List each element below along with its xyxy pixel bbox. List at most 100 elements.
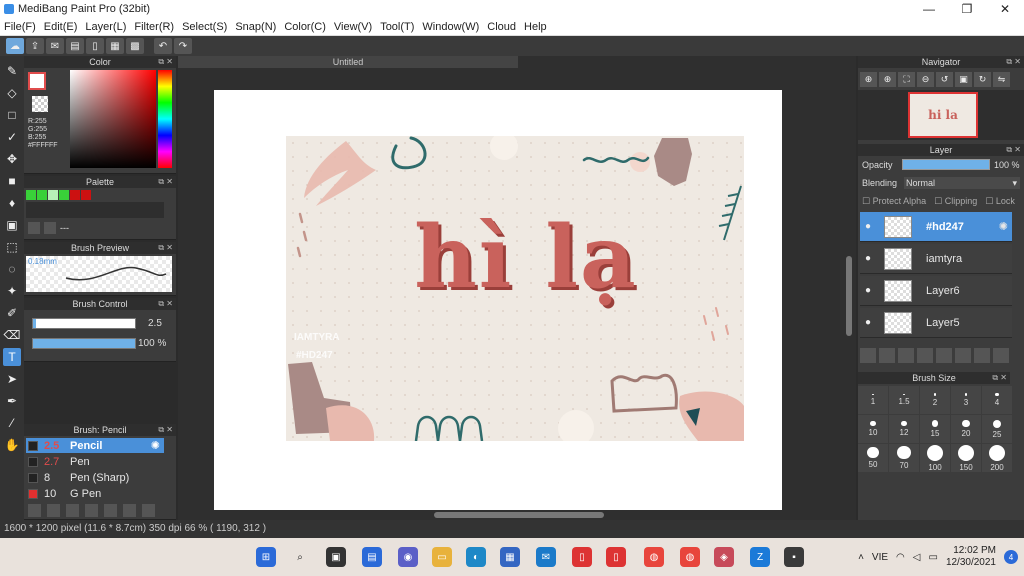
menu-tool[interactable]: Tool(T) xyxy=(376,21,418,33)
select-eraser-icon[interactable]: ⌫ xyxy=(3,326,21,344)
pen-dropper-icon[interactable]: ⁄ xyxy=(3,414,21,432)
brush-size-cell[interactable]: 20 xyxy=(951,415,981,443)
clipping-checkbox[interactable]: ☐ Clipping xyxy=(934,196,977,207)
page-manage-icon[interactable]: ▦ xyxy=(106,38,124,54)
upload-icon[interactable]: ⇪ xyxy=(26,38,44,54)
layer-opacity-slider[interactable] xyxy=(902,159,990,170)
layer-item-layer5[interactable]: ● Layer5 xyxy=(860,308,1012,338)
new-palette-icon[interactable] xyxy=(28,222,40,234)
language-indicator[interactable]: VIE xyxy=(872,552,888,563)
brush-size-cell[interactable]: 15 xyxy=(920,415,950,443)
store-icon[interactable]: ▦ xyxy=(500,547,520,567)
eyedropper-tool-icon[interactable]: ✒ xyxy=(3,392,21,410)
brush-size-slider[interactable] xyxy=(32,318,136,329)
merge-layer-icon[interactable] xyxy=(974,348,990,363)
horizontal-scrollbar[interactable] xyxy=(434,512,604,518)
brush-tool-icon[interactable]: ✎ xyxy=(3,62,21,80)
select-rect-icon[interactable]: ⬚ xyxy=(3,238,21,256)
brush-item-pen[interactable]: 2.7 Pen xyxy=(26,454,164,469)
panel-close-icon[interactable]: ⧉ ✕ xyxy=(158,242,173,254)
brush-item-pen-sharp[interactable]: 8 Pen (Sharp) xyxy=(26,470,164,485)
add-layer-dropdown-icon[interactable] xyxy=(917,348,933,363)
grid-icon[interactable]: ▩ xyxy=(126,38,144,54)
palette-swatch[interactable] xyxy=(59,190,69,200)
chat-icon[interactable]: ◉ xyxy=(398,547,418,567)
flip-icon[interactable]: ⇋ xyxy=(993,72,1010,87)
panel-close-icon[interactable]: ⧉ ✕ xyxy=(158,424,173,436)
fit-icon[interactable]: ⛶ xyxy=(898,72,915,87)
brush-size-cell[interactable]: 50 xyxy=(858,444,888,472)
brush-size-cell[interactable]: 2 xyxy=(920,386,950,414)
file-explorer-icon[interactable]: ▭ xyxy=(432,547,452,567)
menu-edit[interactable]: Edit(E) xyxy=(40,21,82,33)
panel-close-icon[interactable]: ⧉ ✕ xyxy=(1006,56,1021,68)
saturation-value-picker[interactable] xyxy=(70,70,156,168)
document-tab[interactable]: Untitled xyxy=(178,56,518,68)
minimize-button[interactable]: — xyxy=(910,0,948,18)
duplicate-layer-icon[interactable] xyxy=(955,348,971,363)
chrome-alt-icon[interactable]: ◍ xyxy=(680,547,700,567)
palette-swatch[interactable] xyxy=(81,190,91,200)
zoom-in-icon[interactable]: ⊕ xyxy=(860,72,877,87)
page-icon[interactable]: ▯ xyxy=(86,38,104,54)
menu-snap[interactable]: Snap(N) xyxy=(231,21,280,33)
select-pen-icon[interactable]: ✐ xyxy=(3,304,21,322)
lock-checkbox[interactable]: ☐ Lock xyxy=(985,196,1015,207)
widgets-icon[interactable]: ▤ xyxy=(362,547,382,567)
blending-select[interactable]: Normal ▾ xyxy=(904,177,1020,189)
new-brush-icon[interactable] xyxy=(47,504,60,517)
text-tool-icon[interactable]: T xyxy=(3,348,21,366)
panel-close-icon[interactable]: ⧉ ✕ xyxy=(158,298,173,310)
mail-icon[interactable]: ✉ xyxy=(536,547,556,567)
pdf-alt-icon[interactable]: ▯ xyxy=(606,547,626,567)
menu-filter[interactable]: Filter(R) xyxy=(130,21,178,33)
brush-settings-icon[interactable] xyxy=(66,504,79,517)
trash-icon[interactable] xyxy=(993,348,1009,363)
brush-size-cell[interactable]: 1 xyxy=(858,386,888,414)
gear-icon[interactable]: ✺ xyxy=(151,439,160,452)
layer-item-layer6[interactable]: ● Layer6 xyxy=(860,276,1012,306)
menu-help[interactable]: Help xyxy=(520,21,551,33)
chrome-icon[interactable]: ◍ xyxy=(644,547,664,567)
comment-icon[interactable]: ✉ xyxy=(46,38,64,54)
menu-color[interactable]: Color(C) xyxy=(280,21,330,33)
bucket-tool-icon[interactable]: ♦ xyxy=(3,194,21,212)
lasso-tool-icon[interactable]: ◌ xyxy=(3,260,21,278)
undo-icon[interactable]: ↶ xyxy=(154,38,172,54)
brush-size-cell[interactable]: 1.5 xyxy=(889,386,919,414)
protect-alpha-checkbox[interactable]: ☐ Protect Alpha xyxy=(862,196,926,207)
duplicate-icon[interactable] xyxy=(123,504,136,517)
maximize-button[interactable]: ❐ xyxy=(948,0,986,18)
clock[interactable]: 12:02 PM 12/30/2021 xyxy=(946,545,996,569)
zoom-out-icon[interactable]: ⊖ xyxy=(917,72,934,87)
copy-brush-icon[interactable] xyxy=(85,504,98,517)
search-icon[interactable]: ⌕ xyxy=(290,547,310,567)
tray-chevron-icon[interactable]: ˄ xyxy=(858,552,864,563)
menu-select[interactable]: Select(S) xyxy=(178,21,231,33)
medibang-icon[interactable]: ◈ xyxy=(714,547,734,567)
hand-tool-icon[interactable]: ✋ xyxy=(3,436,21,454)
zalo-icon[interactable]: Z xyxy=(750,547,770,567)
new-8bit-layer-icon[interactable] xyxy=(898,348,914,363)
transparent-color-swatch[interactable] xyxy=(32,96,48,112)
notification-badge[interactable]: 4 xyxy=(1004,550,1018,564)
gear-icon[interactable]: ✺ xyxy=(999,220,1008,233)
trash-icon[interactable] xyxy=(142,504,155,517)
layer-item-iamtyra[interactable]: ● iamtyra xyxy=(860,244,1012,274)
rotate-right-icon[interactable]: ↻ xyxy=(974,72,991,87)
canvas-paper[interactable]: hì lạ IAMTYRA #HD247 xyxy=(214,90,782,510)
vertical-scrollbar[interactable] xyxy=(846,256,852,336)
brush-size-cell[interactable]: 100 xyxy=(920,444,950,472)
palette-swatch[interactable] xyxy=(26,190,36,200)
palette-swatch[interactable] xyxy=(37,190,47,200)
message-icon[interactable]: ▤ xyxy=(66,38,84,54)
navigator-preview[interactable]: hi la xyxy=(858,90,1024,140)
rectangle-tool-icon[interactable]: □ xyxy=(3,106,21,124)
dot-tool-icon[interactable]: ✓ xyxy=(3,128,21,146)
app-icon-extra[interactable]: ▪ xyxy=(784,547,804,567)
brush-item-pencil[interactable]: 2.5 Pencil ✺ xyxy=(26,438,164,453)
visibility-icon[interactable]: ● xyxy=(860,253,876,264)
wifi-icon[interactable]: ◠ xyxy=(896,552,905,563)
menu-view[interactable]: View(V) xyxy=(330,21,376,33)
brush-size-cell[interactable]: 150 xyxy=(951,444,981,472)
